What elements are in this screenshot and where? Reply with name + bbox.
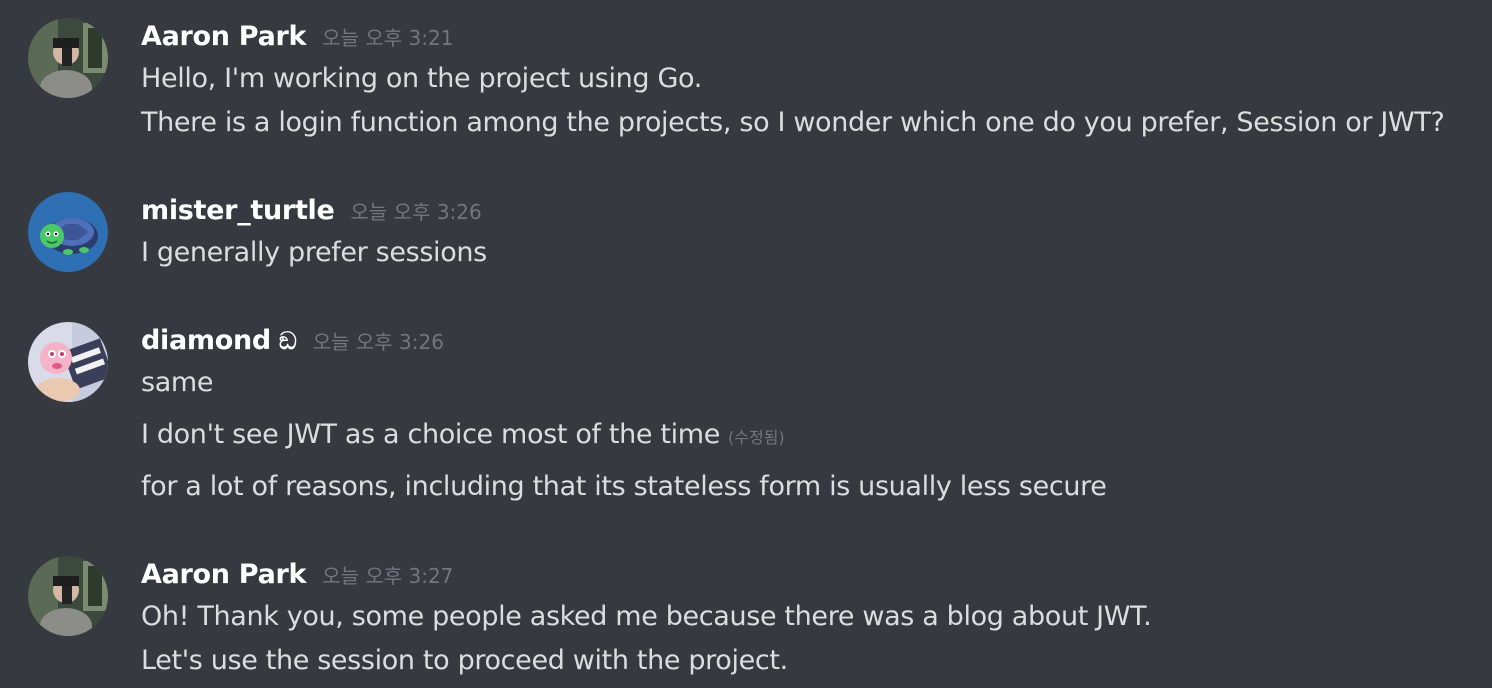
username[interactable]: Aaron Park	[141, 18, 306, 56]
timestamp[interactable]: 오늘 오후 3:27	[322, 557, 453, 595]
username[interactable]: diamond	[141, 322, 271, 360]
username-glyph: ඞ	[278, 327, 297, 355]
user-photo-avatar[interactable]	[28, 556, 108, 636]
anime-avatar[interactable]	[28, 322, 108, 402]
message-text: for a lot of reasons, including that its…	[141, 471, 1107, 502]
edited-label[interactable]: (수정됨)	[728, 428, 785, 447]
username[interactable]: Aaron Park	[141, 556, 306, 594]
message-header: mister_turtle 오늘 오후 3:26	[141, 192, 482, 230]
timestamp[interactable]: 오늘 오후 3:26	[351, 193, 482, 231]
message-header: Aaron Park 오늘 오후 3:21	[141, 18, 453, 56]
chat-messages: Aaron Park 오늘 오후 3:21 Hello, I'm working…	[0, 0, 1492, 688]
message-text: same	[141, 367, 214, 398]
timestamp[interactable]: 오늘 오후 3:26	[313, 323, 444, 361]
message-text: Hello, I'm working on the project using …	[141, 63, 702, 94]
timestamp[interactable]: 오늘 오후 3:21	[322, 19, 453, 57]
message-text: Let's use the session to proceed with th…	[141, 645, 788, 676]
message-text-edited: I don't see JWT as a choice most of the …	[141, 416, 785, 457]
message-text: There is a login function among the proj…	[141, 107, 1445, 138]
message-header: Aaron Park 오늘 오후 3:27	[141, 556, 453, 594]
message-text: I don't see JWT as a choice most of the …	[141, 419, 721, 450]
username[interactable]: mister_turtle	[141, 192, 335, 230]
message-header: diamond ඞ 오늘 오후 3:26	[141, 322, 444, 360]
user-photo-avatar[interactable]	[28, 18, 108, 98]
message-text: Oh! Thank you, some people asked me beca…	[141, 601, 1152, 632]
message-text: I generally prefer sessions	[141, 237, 487, 268]
turtle-avatar[interactable]	[28, 192, 108, 272]
